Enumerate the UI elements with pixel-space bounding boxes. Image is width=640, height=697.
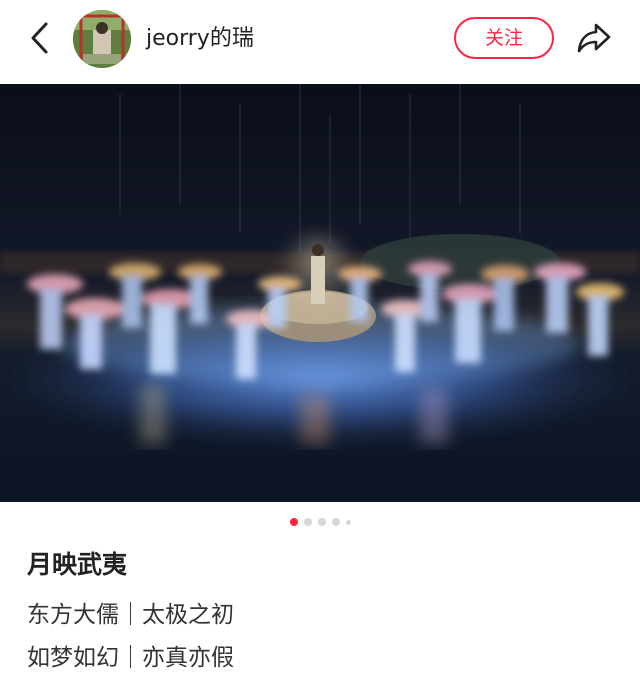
- stage-scene: [0, 84, 640, 502]
- post-photo[interactable]: L I A N J I C H E N G: [0, 84, 640, 502]
- post-text-line: 如梦如幻｜亦真亦假: [27, 645, 234, 671]
- chevron-left-icon: [31, 22, 48, 54]
- back-button[interactable]: [22, 18, 58, 58]
- follow-button[interactable]: 关注: [454, 17, 554, 59]
- avatar[interactable]: [73, 10, 131, 68]
- carousel-indicator[interactable]: [0, 517, 640, 527]
- post-detail-page: jeorry的瑞 关注 月映武夷 东方大儒｜太极之初 如梦如幻｜亦真亦假: [0, 0, 640, 697]
- share-button[interactable]: [574, 18, 614, 58]
- share-arrow-icon: [577, 23, 611, 53]
- carousel-dot[interactable]: [303, 518, 312, 526]
- carousel-dot-active[interactable]: [289, 518, 298, 526]
- post-text-line: 东方大儒｜太极之初: [27, 602, 234, 628]
- username[interactable]: jeorry的瑞: [146, 22, 254, 56]
- carousel-dot[interactable]: [317, 518, 326, 526]
- top-bar: jeorry的瑞 关注: [0, 0, 640, 78]
- carousel-dot[interactable]: [345, 519, 351, 525]
- carousel-dot[interactable]: [331, 518, 340, 526]
- avatar-image: [73, 10, 131, 68]
- post-title: 月映武夷: [27, 550, 128, 579]
